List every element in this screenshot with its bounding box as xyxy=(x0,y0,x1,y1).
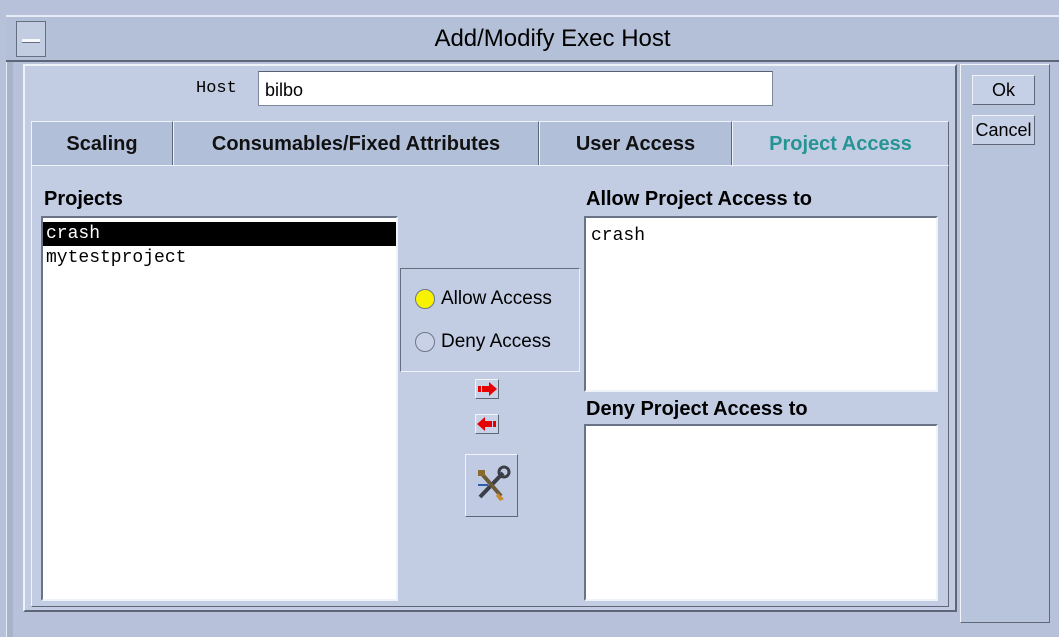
window-frame-left xyxy=(6,62,13,637)
tool-button[interactable] xyxy=(465,454,518,517)
remove-project-button[interactable] xyxy=(475,414,499,434)
radio-selected-icon[interactable] xyxy=(415,289,435,309)
list-item[interactable]: crash xyxy=(43,222,396,246)
host-input[interactable]: bilbo xyxy=(258,71,773,106)
wrench-tool-icon xyxy=(478,465,511,501)
list-item[interactable]: crash xyxy=(586,224,936,248)
tab-scaling[interactable]: Scaling xyxy=(31,121,173,166)
host-label: Host xyxy=(196,79,237,98)
tab-user-access[interactable]: User Access xyxy=(539,121,732,166)
ok-button[interactable]: Ok xyxy=(972,75,1035,105)
access-radio-group: Allow Access Deny Access xyxy=(400,268,580,372)
allow-list-title: Allow Project Access to xyxy=(586,188,812,210)
add-project-button[interactable] xyxy=(475,379,499,399)
list-item[interactable]: mytestproject xyxy=(43,246,396,270)
title-bar: Add/Modify Exec Host xyxy=(6,15,1059,62)
allow-access-label: Allow Access xyxy=(441,288,552,309)
window-title: Add/Modify Exec Host xyxy=(434,25,671,52)
window-menu-icon xyxy=(22,39,40,43)
button-panel: Ok Cancel xyxy=(960,64,1050,623)
arrow-right-icon xyxy=(478,382,497,396)
tab-project-access[interactable]: Project Access xyxy=(732,121,949,167)
deny-list-title: Deny Project Access to xyxy=(586,398,808,420)
allow-access-option[interactable]: Allow Access xyxy=(415,285,552,313)
exec-host-dialog: Add/Modify Exec Host Host bilbo Scaling … xyxy=(0,0,1059,637)
allow-project-list[interactable]: crash xyxy=(584,216,938,392)
deny-access-option[interactable]: Deny Access xyxy=(415,328,551,356)
window-menu-button[interactable] xyxy=(16,21,46,57)
arrow-left-icon xyxy=(477,417,496,431)
deny-project-list[interactable] xyxy=(584,424,938,601)
tab-consumables-fixed-attributes[interactable]: Consumables/Fixed Attributes xyxy=(173,121,539,166)
projects-list[interactable]: crash mytestproject xyxy=(41,216,398,601)
cancel-button[interactable]: Cancel xyxy=(972,115,1035,145)
radio-unselected-icon[interactable] xyxy=(415,332,435,352)
deny-access-label: Deny Access xyxy=(441,331,551,352)
projects-title: Projects xyxy=(44,188,123,210)
